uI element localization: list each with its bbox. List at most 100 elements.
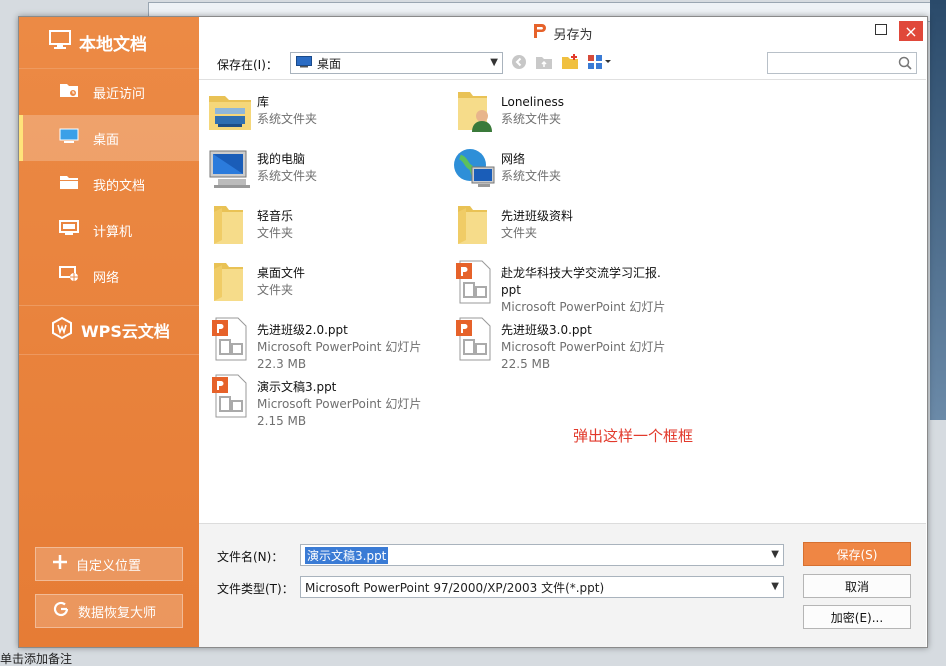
sidebar-item-label: 我的文档 <box>93 178 146 194</box>
up-folder-icon[interactable] <box>535 54 553 73</box>
location-value: 桌面 <box>317 56 342 71</box>
sidebar-item-recent[interactable]: 最近访问 <box>19 69 199 115</box>
sidebar-item-computer[interactable]: 计算机 <box>19 207 199 253</box>
sidebar-wps-cloud[interactable]: WPS云文档 <box>19 305 199 355</box>
background-wallpaper <box>930 0 946 420</box>
desktop-icon <box>59 128 93 148</box>
sidebar-header[interactable]: 本地文档 <box>19 17 199 69</box>
file-name: 先进班级资料 <box>501 209 574 223</box>
wps-presentation-icon <box>533 23 553 43</box>
wps-cloud-icon <box>51 316 81 343</box>
file-name: 轻音乐 <box>257 209 294 223</box>
file-name: 演示文稿3.ppt <box>257 380 337 394</box>
recovery-icon <box>52 600 78 622</box>
file-name: 赴龙华科技大学交流学习汇报. <box>501 266 661 280</box>
ppt-file-icon <box>449 316 499 366</box>
computer-icon <box>59 220 93 240</box>
file-type: 文件夹 <box>257 283 294 297</box>
data-recovery-label: 数据恢复大师 <box>78 605 157 621</box>
network-icon <box>59 266 93 286</box>
file-item-desktop-files[interactable]: 桌面文件 文件夹 <box>205 259 445 313</box>
file-size: 22.3 MB <box>257 357 307 371</box>
filetype-value: Microsoft PowerPoint 97/2000/XP/2003 文件(… <box>305 580 605 595</box>
location-toolbar: 保存在(I)： 桌面 ▼ <box>199 49 927 79</box>
nav-icons <box>511 54 613 73</box>
file-item-loneliness[interactable]: Loneliness 系统文件夹 <box>449 88 689 142</box>
cancel-button[interactable]: 取消 <box>803 574 911 598</box>
new-folder-icon[interactable] <box>561 54 579 73</box>
chevron-down-icon: ▼ <box>771 549 779 560</box>
filetype-select[interactable]: Microsoft PowerPoint 97/2000/XP/2003 文件(… <box>300 576 784 598</box>
encrypt-button[interactable]: 加密(E)... <box>803 605 911 629</box>
back-icon[interactable] <box>511 54 527 73</box>
view-menu-icon[interactable] <box>587 54 613 73</box>
sidebar-item-label: 计算机 <box>93 224 133 240</box>
sidebar-item-label: 桌面 <box>93 132 120 148</box>
close-icon: × <box>904 21 918 41</box>
file-item-library[interactable]: 库 系统文件夹 <box>205 88 445 142</box>
file-item-network[interactable]: 网络 系统文件夹 <box>449 145 689 199</box>
file-item-presentation-3[interactable]: 演示文稿3.ppt Microsoft PowerPoint 幻灯片 2.15 … <box>205 373 445 433</box>
plus-icon <box>52 554 76 574</box>
search-input[interactable] <box>767 52 917 74</box>
title-bar: 另存为 × <box>199 17 927 49</box>
file-item-light-music[interactable]: 轻音乐 文件夹 <box>205 202 445 256</box>
filename-value: 演示文稿3.ppt <box>305 546 389 564</box>
file-list: 库 系统文件夹 Loneliness 系统文件夹 我的电脑 系统文件夹 网络 系… <box>199 79 926 523</box>
file-type: Microsoft PowerPoint 幻灯片 <box>501 340 666 354</box>
save-button[interactable]: 保存(S) <box>803 542 911 566</box>
file-item-class-2[interactable]: 先进班级2.0.ppt Microsoft PowerPoint 幻灯片 22.… <box>205 316 445 376</box>
location-select[interactable]: 桌面 ▼ <box>290 52 503 74</box>
sidebar-header-label: 本地文档 <box>79 35 147 55</box>
ppt-file-icon <box>205 316 255 366</box>
file-type: Microsoft PowerPoint 幻灯片 <box>257 397 422 411</box>
file-type: 系统文件夹 <box>501 169 562 183</box>
desktop-small-icon <box>296 55 317 71</box>
file-type: 文件夹 <box>257 226 294 240</box>
user-folder-icon <box>449 88 499 138</box>
sidebar-item-documents[interactable]: 我的文档 <box>19 161 199 207</box>
filetype-label: 文件类型(T)： <box>217 582 294 596</box>
file-type: Microsoft PowerPoint 幻灯片 <box>257 340 422 354</box>
computer-icon <box>205 145 255 195</box>
sidebar: 本地文档 最近访问 桌面 我的文档 计算机 网络 WPS云文档 自定义位置 数据… <box>19 17 199 647</box>
file-name: 先进班级3.0.ppt <box>501 323 592 337</box>
save-in-label: 保存在(I)： <box>217 58 278 72</box>
file-type: 系统文件夹 <box>257 169 318 183</box>
custom-location-button[interactable]: 自定义位置 <box>35 547 183 581</box>
file-item-my-computer[interactable]: 我的电脑 系统文件夹 <box>205 145 445 199</box>
folder-icon <box>205 202 255 252</box>
sidebar-item-label: 最近访问 <box>93 86 146 102</box>
recent-folder-icon <box>59 82 93 102</box>
file-item-exchange-report[interactable]: 赴龙华科技大学交流学习汇报. ppt Microsoft PowerPoint … <box>449 259 689 319</box>
ppt-file-icon <box>449 259 499 309</box>
background-notes-text: 单击添加备注 <box>0 652 73 666</box>
file-type: 文件夹 <box>501 226 538 240</box>
ppt-file-icon <box>205 373 255 423</box>
sidebar-item-desktop[interactable]: 桌面 <box>19 115 199 161</box>
file-item-class-materials[interactable]: 先进班级资料 文件夹 <box>449 202 689 256</box>
file-size: 2.15 MB <box>257 414 307 428</box>
data-recovery-button[interactable]: 数据恢复大师 <box>35 594 183 628</box>
filename-input[interactable]: 演示文稿3.ppt ▼ <box>300 544 784 566</box>
file-size: 22.5 MB <box>501 357 551 371</box>
close-button[interactable]: × <box>899 21 923 41</box>
file-type: Microsoft PowerPoint 幻灯片 <box>501 300 666 314</box>
folder-icon <box>205 259 255 309</box>
chevron-down-icon: ▼ <box>490 57 498 68</box>
chevron-down-icon: ▼ <box>771 581 779 592</box>
sidebar-item-network[interactable]: 网络 <box>19 253 199 299</box>
sidebar-item-label: 网络 <box>93 270 120 286</box>
file-name: 桌面文件 <box>257 266 306 280</box>
filename-label: 文件名(N)： <box>217 550 284 564</box>
file-item-class-3[interactable]: 先进班级3.0.ppt Microsoft PowerPoint 幻灯片 22.… <box>449 316 689 376</box>
file-name-ext: ppt <box>501 283 521 297</box>
save-as-dialog: 本地文档 最近访问 桌面 我的文档 计算机 网络 WPS云文档 自定义位置 数据… <box>18 16 928 648</box>
maximize-icon <box>875 24 887 38</box>
library-icon <box>205 88 255 138</box>
folder-icon <box>449 202 499 252</box>
documents-folder-icon <box>59 174 93 194</box>
file-type: 系统文件夹 <box>257 112 318 126</box>
maximize-button[interactable] <box>869 21 893 41</box>
file-type: 系统文件夹 <box>501 112 562 126</box>
